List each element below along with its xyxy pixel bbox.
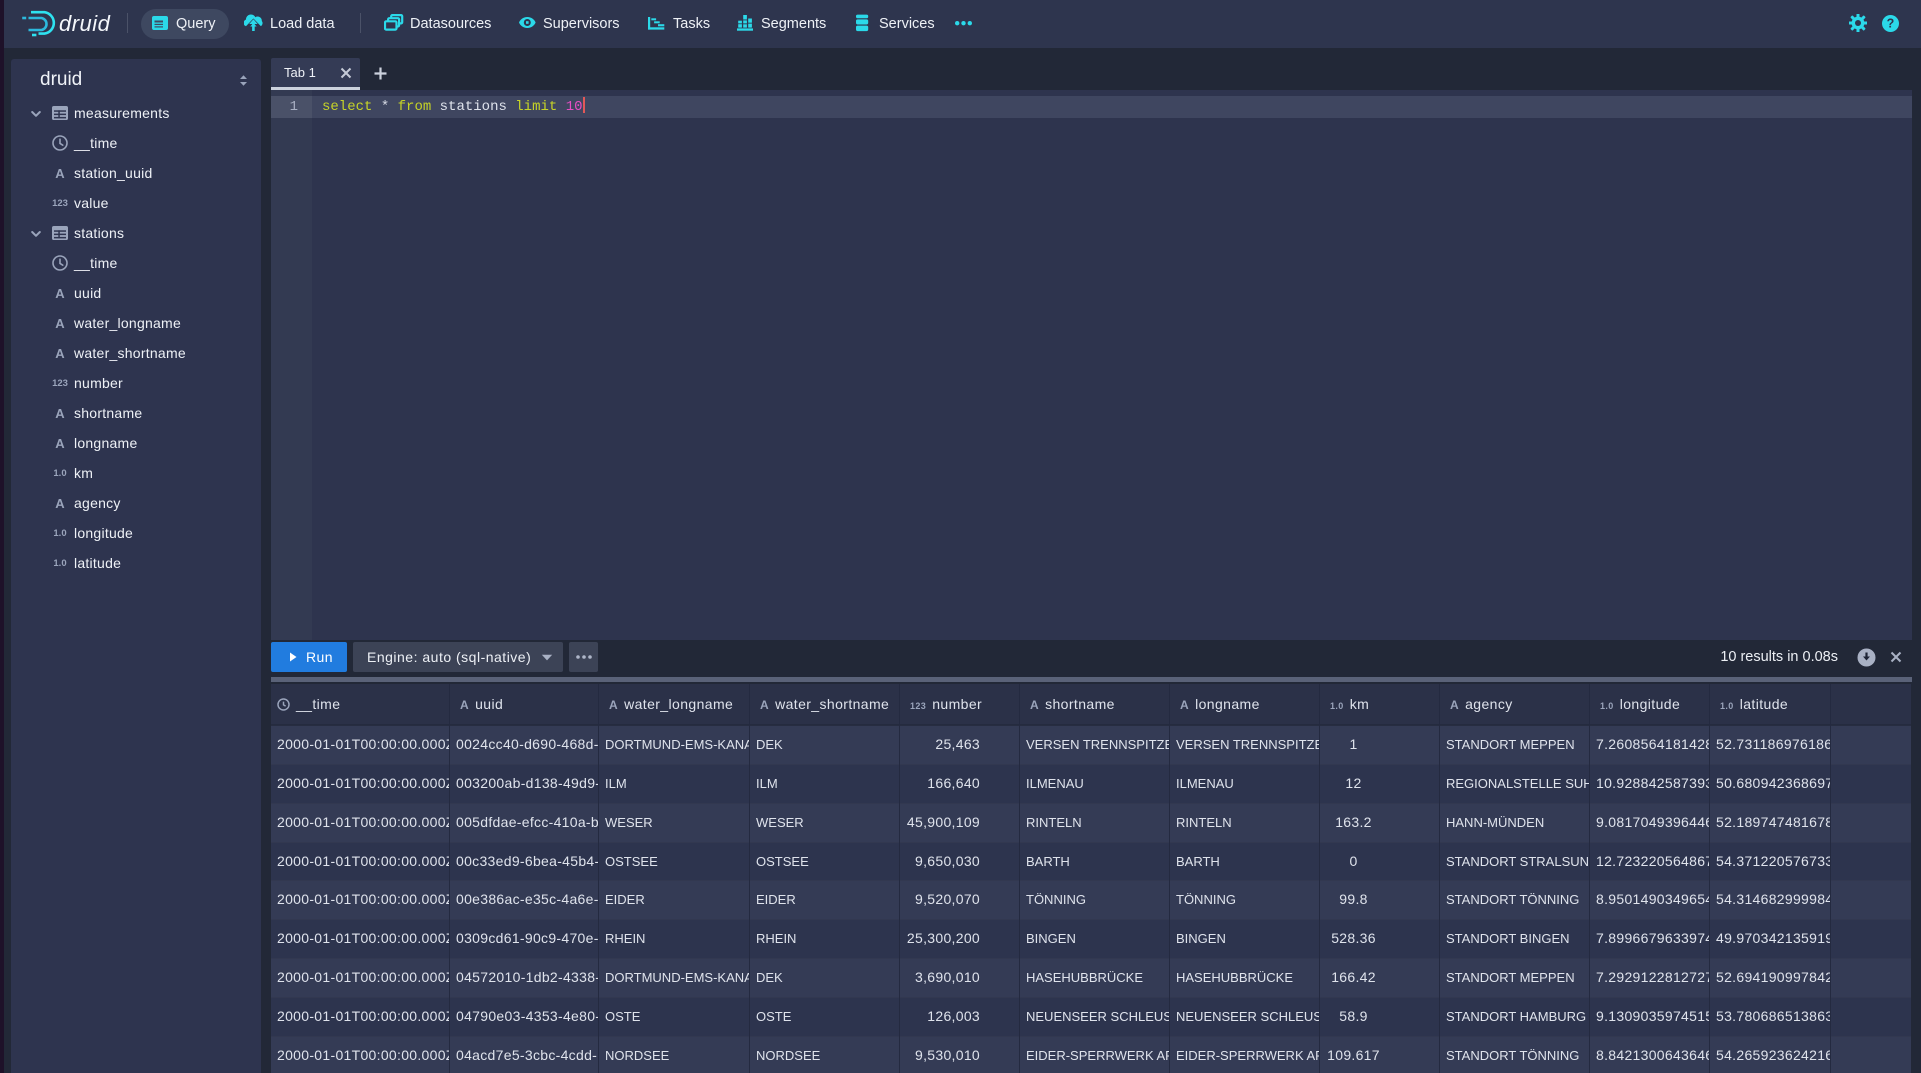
svg-text:?: ?: [1887, 16, 1895, 30]
